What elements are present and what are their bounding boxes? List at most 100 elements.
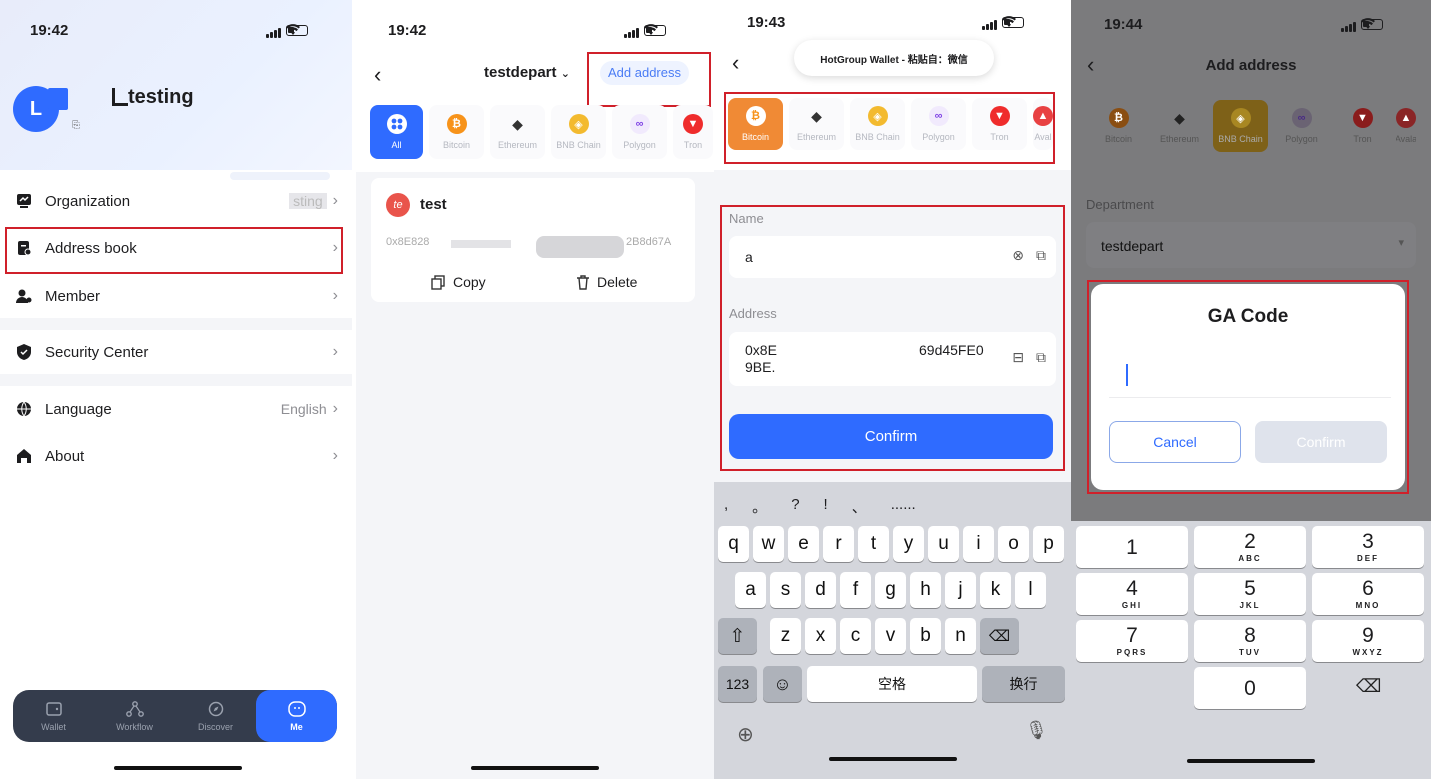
key-p[interactable]: p: [1033, 526, 1064, 562]
key-j[interactable]: j: [945, 572, 976, 608]
name-field[interactable]: a ⊗ ⧉: [729, 236, 1056, 278]
address-field[interactable]: 0x8E 69d45FE0 9BE. ⊟ ⧉: [729, 332, 1056, 386]
menu-organization[interactable]: Organization sting ›: [0, 179, 352, 223]
key-s[interactable]: s: [770, 572, 801, 608]
key-r[interactable]: r: [823, 526, 854, 562]
tab-me[interactable]: Me: [256, 690, 337, 742]
chain-avalanche[interactable]: ▲ Avala: [1396, 100, 1416, 152]
space-key[interactable]: 空格: [807, 666, 977, 702]
key-6[interactable]: 6 MNO: [1312, 573, 1424, 615]
chain-polygon[interactable]: ∞ Polygon: [911, 98, 966, 150]
key-9[interactable]: 9 WXYZ: [1312, 620, 1424, 662]
menu-address-book[interactable]: Address book ›: [0, 226, 352, 270]
back-button[interactable]: ‹: [732, 50, 739, 76]
delete-key[interactable]: ⌫: [980, 618, 1019, 654]
chain-bnb[interactable]: ◈ BNB Chain: [551, 105, 606, 159]
key-8[interactable]: 8 TUV: [1194, 620, 1306, 662]
key-1[interactable]: 1: [1076, 526, 1188, 568]
copy-button[interactable]: Copy: [431, 274, 486, 290]
emoji-key[interactable]: ☺: [763, 666, 802, 702]
menu-language[interactable]: Language English ›: [0, 387, 352, 431]
chain-polygon[interactable]: ∞ Polygon: [612, 105, 667, 159]
chain-avalanche[interactable]: ▲ Aval: [1033, 98, 1053, 150]
confirm-button[interactable]: Confirm: [1255, 421, 1387, 463]
key-k[interactable]: k: [980, 572, 1011, 608]
key-o[interactable]: o: [998, 526, 1029, 562]
key-q[interactable]: q: [718, 526, 749, 562]
address-value-start: 0x8E: [745, 342, 777, 358]
back-button[interactable]: ‹: [374, 62, 381, 88]
chain-tron[interactable]: ▼ Tron: [673, 105, 713, 159]
key-w[interactable]: w: [753, 526, 784, 562]
key-letters: MNO: [1355, 601, 1381, 610]
chain-bnb[interactable]: ◈ BNB Chain: [850, 98, 905, 150]
chain-bitcoin[interactable]: ₿ Bitcoin: [1091, 100, 1146, 152]
key-2[interactable]: 2 ABC: [1194, 526, 1306, 568]
key-a[interactable]: a: [735, 572, 766, 608]
key-d[interactable]: d: [805, 572, 836, 608]
department-select[interactable]: testdepart ▾: [1086, 222, 1416, 268]
punct-key[interactable]: ,: [724, 496, 728, 517]
clear-icon[interactable]: ⊗: [1012, 247, 1024, 264]
punct-key[interactable]: !: [824, 496, 828, 517]
key-z[interactable]: z: [770, 618, 801, 654]
key-4[interactable]: 4 GHI: [1076, 573, 1188, 615]
key-h[interactable]: h: [910, 572, 941, 608]
chain-ethereum[interactable]: ◆ Ethereum: [490, 105, 545, 159]
chain-ethereum[interactable]: ◆ Ethereum: [1152, 100, 1207, 152]
edit-icon[interactable]: ⎘: [72, 120, 80, 131]
punct-key[interactable]: ?: [791, 496, 799, 517]
key-b[interactable]: b: [910, 618, 941, 654]
ga-code-input[interactable]: [1109, 362, 1391, 398]
key-e[interactable]: e: [788, 526, 819, 562]
chain-all[interactable]: All: [370, 105, 423, 159]
add-address-button[interactable]: Add address: [600, 61, 689, 85]
key-t[interactable]: t: [858, 526, 889, 562]
tab-discover[interactable]: Discover: [175, 690, 256, 742]
key-f[interactable]: f: [840, 572, 871, 608]
confirm-button[interactable]: Confirm: [729, 414, 1053, 459]
punct-key[interactable]: ......: [891, 496, 916, 517]
key-g[interactable]: g: [875, 572, 906, 608]
key-c[interactable]: c: [840, 618, 871, 654]
tab-wallet[interactable]: Wallet: [13, 690, 94, 742]
key-x[interactable]: x: [805, 618, 836, 654]
chain-ethereum[interactable]: ◆ Ethereum: [789, 98, 844, 150]
key-7[interactable]: 7 PQRS: [1076, 620, 1188, 662]
menu-security-center[interactable]: Security Center ›: [0, 330, 352, 374]
menu-member[interactable]: Member ›: [0, 274, 352, 318]
shift-key[interactable]: ⇧: [718, 618, 757, 654]
key-i[interactable]: i: [963, 526, 994, 562]
menu-about[interactable]: About ›: [0, 434, 352, 478]
key-0[interactable]: 0: [1194, 667, 1306, 709]
chain-polygon[interactable]: ∞ Polygon: [1274, 100, 1329, 152]
punct-key[interactable]: 。: [752, 496, 767, 517]
backspace-icon[interactable]: ⌫: [1356, 676, 1381, 697]
microphone-icon[interactable]: 🎙: [1025, 720, 1048, 741]
chain-bnb[interactable]: ◈ BNB Chain: [1213, 100, 1268, 152]
key-l[interactable]: l: [1015, 572, 1046, 608]
paste-icon[interactable]: ⧉: [1036, 349, 1046, 366]
delete-button[interactable]: Delete: [577, 274, 637, 290]
key-5[interactable]: 5 JKL: [1194, 573, 1306, 615]
punct-key[interactable]: 、: [852, 496, 867, 517]
chain-tron[interactable]: ▼ Tron: [1335, 100, 1390, 152]
return-key[interactable]: 换行: [982, 666, 1065, 702]
key-y[interactable]: y: [893, 526, 924, 562]
scan-icon[interactable]: ⊟: [1012, 349, 1024, 366]
globe-icon[interactable]: ⊕: [737, 722, 754, 747]
address-badge: te: [386, 193, 410, 217]
cancel-button[interactable]: Cancel: [1109, 421, 1241, 463]
numbers-key[interactable]: 123: [718, 666, 757, 702]
key-u[interactable]: u: [928, 526, 959, 562]
key-v[interactable]: v: [875, 618, 906, 654]
chain-bitcoin[interactable]: ₿ Bitcoin: [429, 105, 484, 159]
department-selector[interactable]: testdepart ⌄: [484, 64, 570, 81]
key-3[interactable]: 3 DEF: [1312, 526, 1424, 568]
tab-workflow[interactable]: Workflow: [94, 690, 175, 742]
paste-icon[interactable]: ⧉: [1036, 247, 1046, 264]
chain-bitcoin[interactable]: ₿ Bitcoin: [728, 98, 783, 150]
key-n[interactable]: n: [945, 618, 976, 654]
chain-tron[interactable]: ▼ Tron: [972, 98, 1027, 150]
page-title: Add address: [1205, 57, 1297, 74]
